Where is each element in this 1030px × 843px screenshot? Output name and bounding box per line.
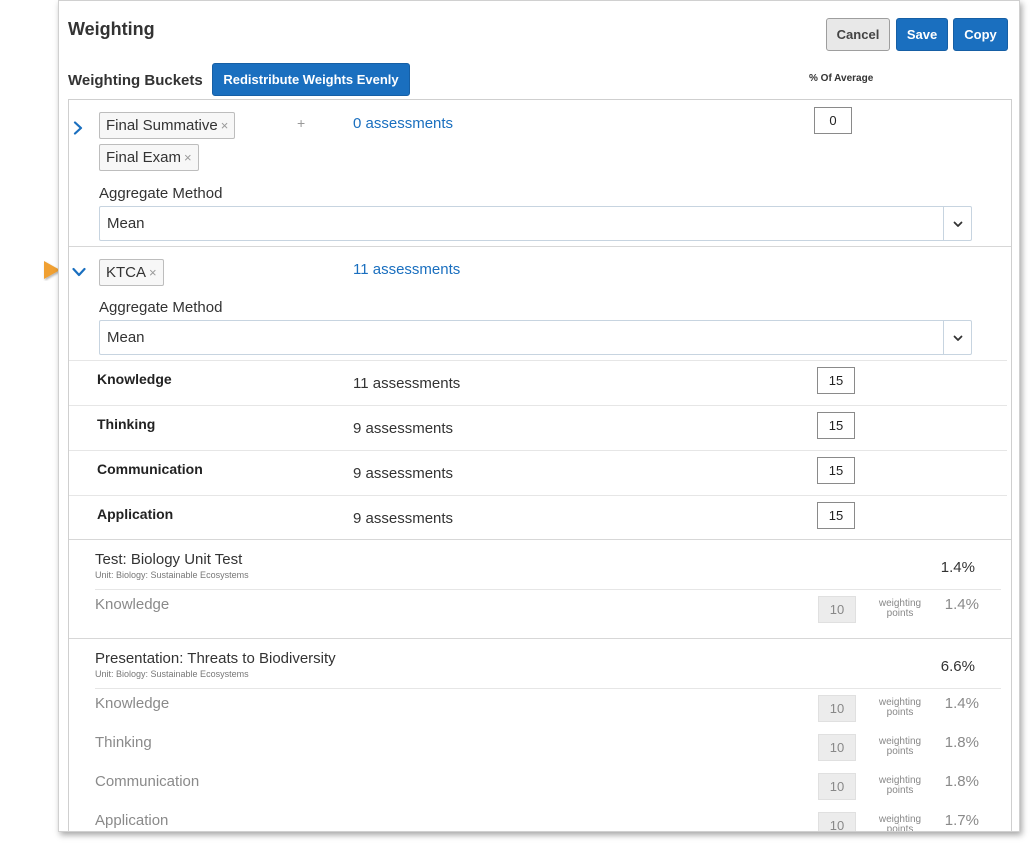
weighting-points-input: 10 (818, 812, 856, 831)
sub-category-name: Knowledge (95, 695, 170, 712)
remove-tag-icon[interactable]: × (149, 265, 157, 280)
category-weight-input[interactable]: 15 (817, 367, 855, 394)
weighting-points-input: 10 (818, 773, 856, 800)
remove-tag-icon[interactable]: × (184, 150, 192, 165)
add-tag-icon[interactable]: + (297, 115, 305, 131)
sub-category-name: Knowledge (95, 596, 170, 613)
copy-button[interactable]: Copy (953, 18, 1008, 51)
assessments-link[interactable]: 0 assessments (353, 115, 453, 132)
divider (95, 688, 1001, 689)
sub-category-name: Communication (95, 773, 200, 790)
sub-category-percent: 1.4% (944, 596, 979, 613)
chevron-down-icon[interactable] (943, 321, 971, 354)
sub-category-percent: 1.4% (944, 695, 979, 712)
category-name: Application (97, 506, 174, 522)
divider (69, 360, 1007, 361)
weighting-points-input: 10 (818, 596, 856, 623)
weighting-points-label: weighting points (878, 736, 922, 757)
weighting-points-label: weighting points (878, 814, 922, 832)
sub-category-name: Thinking (95, 734, 152, 751)
category-weight-input[interactable]: 15 (817, 457, 855, 484)
tag-final-summative: Final Summative × (99, 112, 236, 139)
aggregate-method-label: Aggregate Method (99, 299, 223, 316)
category-weight-input[interactable]: 15 (817, 412, 855, 439)
sub-category-percent: 1.8% (944, 773, 979, 790)
annotation-arrow-icon (0, 261, 60, 279)
chevron-right-icon[interactable] (71, 121, 85, 135)
assessment-title: Test: Biology Unit Test (95, 551, 243, 568)
assessment-percent: 6.6% (940, 658, 975, 675)
category-count: 9 assessments (353, 465, 454, 482)
divider (69, 638, 1011, 639)
percent-of-average-header: % Of Average (809, 73, 874, 84)
divider (69, 539, 1011, 540)
tag-final-exam: Final Exam × (99, 144, 199, 171)
sub-category-name: Application (95, 812, 169, 829)
category-name: Thinking (97, 416, 156, 432)
divider (95, 589, 1001, 590)
chevron-down-icon[interactable] (943, 207, 971, 240)
aggregate-method-label: Aggregate Method (99, 185, 223, 202)
chevron-down-icon[interactable] (72, 265, 86, 279)
category-weight-input[interactable]: 15 (817, 502, 855, 529)
assessments-link[interactable]: 11 assessments (353, 261, 460, 278)
assessment-percent: 1.4% (940, 559, 975, 576)
tag-ktca: KTCA × (99, 259, 164, 286)
bucket-weight-input[interactable]: 0 (814, 107, 852, 134)
redistribute-weights-button[interactable]: Redistribute Weights Evenly (212, 63, 410, 96)
divider (69, 405, 1007, 406)
weighting-points-input: 10 (818, 734, 856, 761)
sub-category-percent: 1.7% (944, 812, 979, 829)
weighting-points-input: 10 (818, 695, 856, 722)
tag-label: Final Exam (106, 149, 182, 166)
remove-tag-icon[interactable]: × (221, 118, 229, 133)
tag-label: Final Summative (106, 117, 218, 134)
weighting-points-label: weighting points (878, 775, 922, 796)
selected-value: Mean (107, 215, 145, 232)
save-button[interactable]: Save (896, 18, 948, 51)
divider (69, 246, 1011, 247)
aggregate-method-select[interactable]: Mean (99, 206, 972, 241)
category-count: 9 assessments (353, 510, 454, 527)
divider (69, 450, 1007, 451)
weighting-panel: Weighting Cancel Save Copy Weighting Buc… (58, 0, 1020, 832)
page-title: Weighting (68, 19, 155, 39)
category-name: Communication (97, 461, 203, 477)
weighting-points-label: weighting points (878, 598, 922, 619)
cancel-button[interactable]: Cancel (826, 18, 890, 51)
tag-label: KTCA (106, 264, 147, 281)
sub-category-percent: 1.8% (944, 734, 979, 751)
assessment-unit: Unit: Biology: Sustainable Ecosystems (95, 570, 249, 580)
divider (69, 495, 1007, 496)
category-name: Knowledge (97, 371, 172, 387)
weighting-points-label: weighting points (878, 697, 922, 718)
assessment-unit: Unit: Biology: Sustainable Ecosystems (95, 669, 249, 679)
assessment-title: Presentation: Threats to Biodiversity (95, 650, 336, 667)
aggregate-method-select[interactable]: Mean (99, 320, 972, 355)
weighting-buckets-label: Weighting Buckets (68, 72, 203, 89)
category-count: 11 assessments (353, 375, 461, 392)
selected-value: Mean (107, 329, 145, 346)
category-count: 9 assessments (353, 420, 454, 437)
